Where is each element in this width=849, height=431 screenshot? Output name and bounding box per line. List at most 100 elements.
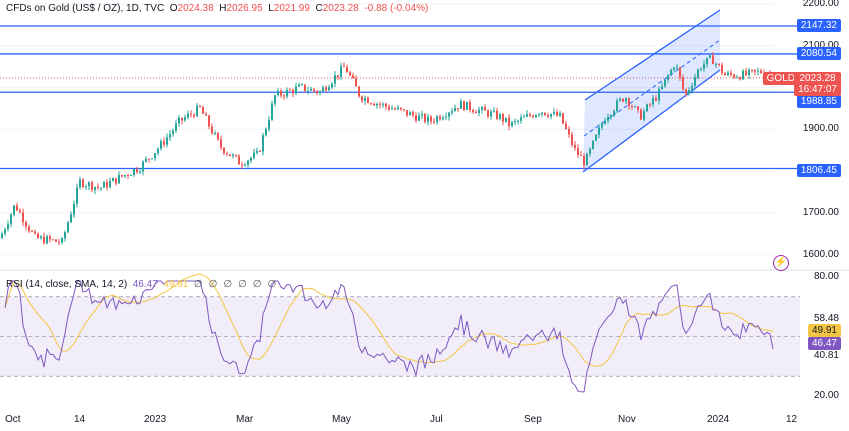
time-tick: 2023 bbox=[144, 414, 167, 425]
candle-body bbox=[94, 186, 96, 190]
candle-body bbox=[610, 115, 612, 118]
candle-body bbox=[25, 222, 27, 227]
rsi-legend: RSI (14, close, SMA, 14, 2) 46.47 49.91 … bbox=[6, 279, 283, 290]
candle-body bbox=[550, 113, 552, 117]
candle-body bbox=[301, 84, 303, 86]
candle-body bbox=[406, 109, 408, 116]
candle-body bbox=[313, 88, 315, 91]
candle-body bbox=[238, 155, 240, 165]
candle-body bbox=[43, 236, 45, 244]
candle-body bbox=[499, 114, 501, 119]
candle-body bbox=[562, 113, 564, 124]
candle-body bbox=[151, 158, 153, 160]
candle-body bbox=[265, 129, 267, 136]
candle-body bbox=[211, 126, 213, 134]
candle-body bbox=[700, 69, 702, 71]
candle-body bbox=[379, 103, 381, 105]
candle-body bbox=[181, 117, 183, 121]
candle-body bbox=[691, 85, 693, 91]
candle-body bbox=[670, 69, 672, 76]
candle-body bbox=[544, 112, 546, 116]
candle-body bbox=[142, 161, 144, 172]
candle-body bbox=[40, 236, 42, 239]
high-value: 2026.95 bbox=[226, 3, 263, 14]
lightning-icon[interactable]: ⚡ bbox=[773, 255, 789, 271]
candle-body bbox=[634, 106, 636, 108]
candle-body bbox=[478, 109, 480, 114]
candle-body bbox=[292, 89, 294, 94]
candle-body bbox=[667, 75, 669, 80]
candle-body bbox=[457, 108, 459, 110]
candle-body bbox=[601, 124, 603, 128]
candle-body bbox=[751, 69, 753, 71]
candle-body bbox=[673, 67, 675, 70]
candle-body bbox=[208, 115, 210, 127]
candle-body bbox=[505, 117, 507, 122]
candle-body bbox=[430, 116, 432, 122]
candle-body bbox=[721, 64, 723, 74]
candle-body bbox=[532, 115, 534, 118]
time-tick: Oct bbox=[5, 414, 21, 425]
rsi-tag: 46.47 bbox=[807, 337, 841, 350]
candle-body bbox=[97, 186, 99, 188]
candle-body bbox=[682, 77, 684, 90]
candle-body bbox=[121, 174, 123, 177]
candle-body bbox=[355, 78, 357, 87]
rsi-tick: 40.81 bbox=[813, 350, 839, 361]
candle-body bbox=[196, 105, 198, 117]
candle-body bbox=[73, 203, 75, 215]
symbol-legend: CFDs on Gold (US$ / OZ), 1D, TVC O2024.3… bbox=[6, 3, 429, 14]
candle-body bbox=[286, 89, 288, 97]
candle-body bbox=[655, 98, 657, 101]
candle-body bbox=[13, 205, 15, 215]
candle-body bbox=[172, 130, 174, 134]
candle-body bbox=[64, 232, 66, 239]
candle-body bbox=[730, 72, 732, 75]
candle-body bbox=[463, 101, 465, 111]
change-value: -0.88 (-0.04%) bbox=[364, 3, 429, 14]
candle-body bbox=[130, 175, 132, 177]
candle-body bbox=[595, 134, 597, 141]
candle-body bbox=[397, 107, 399, 110]
candle-body bbox=[742, 70, 744, 80]
candle-body bbox=[577, 147, 579, 156]
candle-body bbox=[472, 109, 474, 112]
candle-body bbox=[127, 174, 129, 176]
candle-body bbox=[46, 236, 48, 244]
candle-body bbox=[625, 98, 627, 102]
candle-body bbox=[607, 117, 609, 121]
last-price-tag: 2023.28 16:47:07 bbox=[794, 72, 841, 96]
candle-body bbox=[520, 117, 522, 121]
candle-body bbox=[715, 63, 717, 65]
candle-body bbox=[166, 137, 168, 145]
rsi-tick: 80.00 bbox=[813, 271, 839, 282]
candle-body bbox=[346, 67, 348, 73]
candle-body bbox=[535, 114, 537, 118]
candle-body bbox=[82, 179, 84, 187]
candle-body bbox=[529, 114, 531, 116]
level-tag: 2080.54 bbox=[796, 47, 841, 60]
candle-body bbox=[637, 106, 639, 110]
candle-body bbox=[481, 107, 483, 110]
candle-body bbox=[613, 110, 615, 116]
candle-body bbox=[604, 120, 606, 125]
candle-body bbox=[307, 90, 309, 92]
price-tick: 2200.00 bbox=[802, 0, 839, 9]
candle-body bbox=[4, 229, 6, 234]
candle-body bbox=[739, 77, 741, 80]
candle-body bbox=[304, 84, 306, 92]
candle-body bbox=[658, 89, 660, 101]
candle-body bbox=[337, 75, 339, 77]
rsi-sma-value: 49.91 bbox=[163, 279, 189, 290]
candle-body bbox=[109, 181, 111, 188]
level-tag: 1988.85 bbox=[796, 95, 841, 108]
candle-body bbox=[1, 233, 3, 239]
candle-body bbox=[400, 107, 402, 110]
price-chart[interactable] bbox=[0, 0, 849, 431]
candle-body bbox=[79, 179, 81, 188]
candle-body bbox=[688, 90, 690, 94]
candle-body bbox=[724, 73, 726, 76]
candle-body bbox=[559, 113, 561, 116]
candle-body bbox=[331, 83, 333, 88]
candle-body bbox=[475, 111, 477, 114]
